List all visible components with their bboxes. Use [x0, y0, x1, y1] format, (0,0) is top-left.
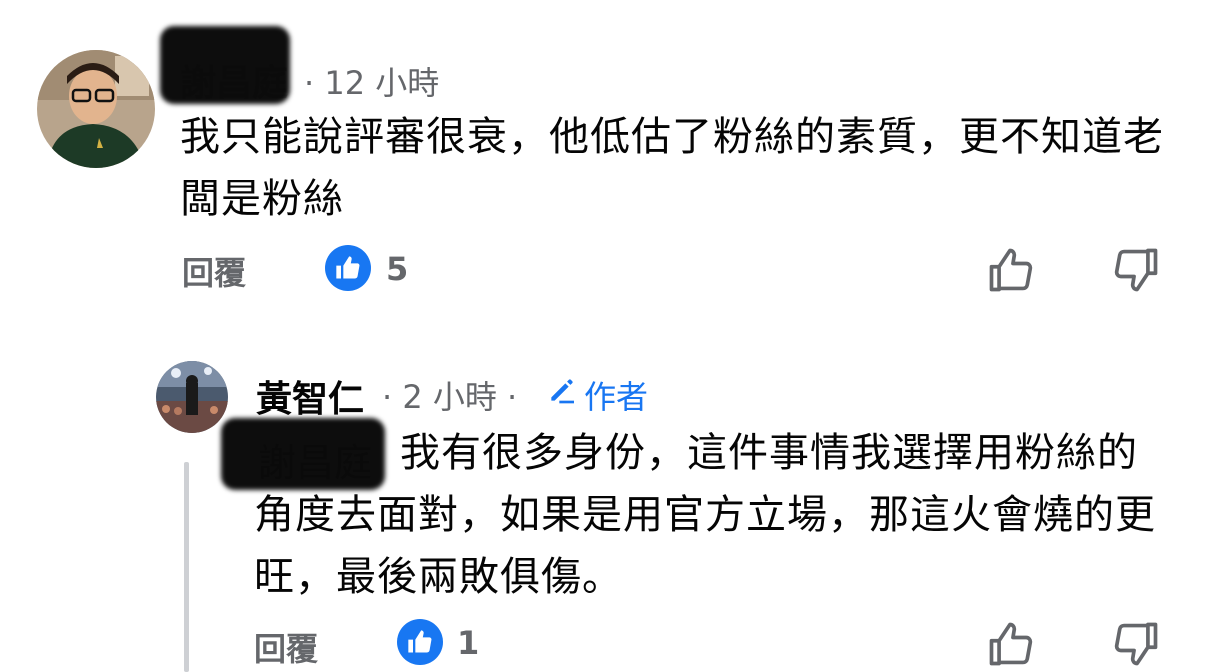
thumbs-up-outline-icon[interactable]	[985, 618, 1037, 670]
comment-text: 我只能說評審很衰，他低估了粉絲的素質，更不知道老闆是粉絲	[180, 114, 1164, 222]
pencil-icon	[551, 379, 574, 404]
thumbs-up-outline-icon[interactable]	[985, 244, 1037, 296]
thumbs-down-outline-icon[interactable]	[1110, 618, 1162, 670]
thumbs-up-filled-icon[interactable]	[325, 245, 371, 291]
reply-author-name[interactable]: 黃智仁	[256, 370, 364, 422]
thumbs-down-outline-icon[interactable]	[1110, 244, 1162, 296]
comment-reply-button[interactable]: 回覆	[182, 248, 246, 294]
reply-timestamp[interactable]: · 2 小時 ·	[382, 372, 517, 418]
reply-like-count[interactable]: 1	[457, 624, 479, 662]
comment-author-name[interactable]: 謝昌庭	[180, 54, 288, 106]
comment-timestamp[interactable]: · 12 小時	[304, 58, 439, 104]
thread-line	[184, 462, 189, 672]
reply-reply-button[interactable]: 回覆	[254, 624, 318, 670]
thumbs-up-filled-icon[interactable]	[397, 619, 443, 665]
author-badge: 作者	[584, 378, 649, 416]
comment-like-count[interactable]: 5	[386, 250, 408, 288]
reply-text: 我有很多身份，這件事情我選擇用粉絲的角度去面對，如果是用官方立場，那這火會燒的更…	[254, 430, 1156, 600]
commenter-avatar[interactable]	[37, 50, 155, 168]
reply-author-avatar[interactable]	[156, 361, 228, 433]
